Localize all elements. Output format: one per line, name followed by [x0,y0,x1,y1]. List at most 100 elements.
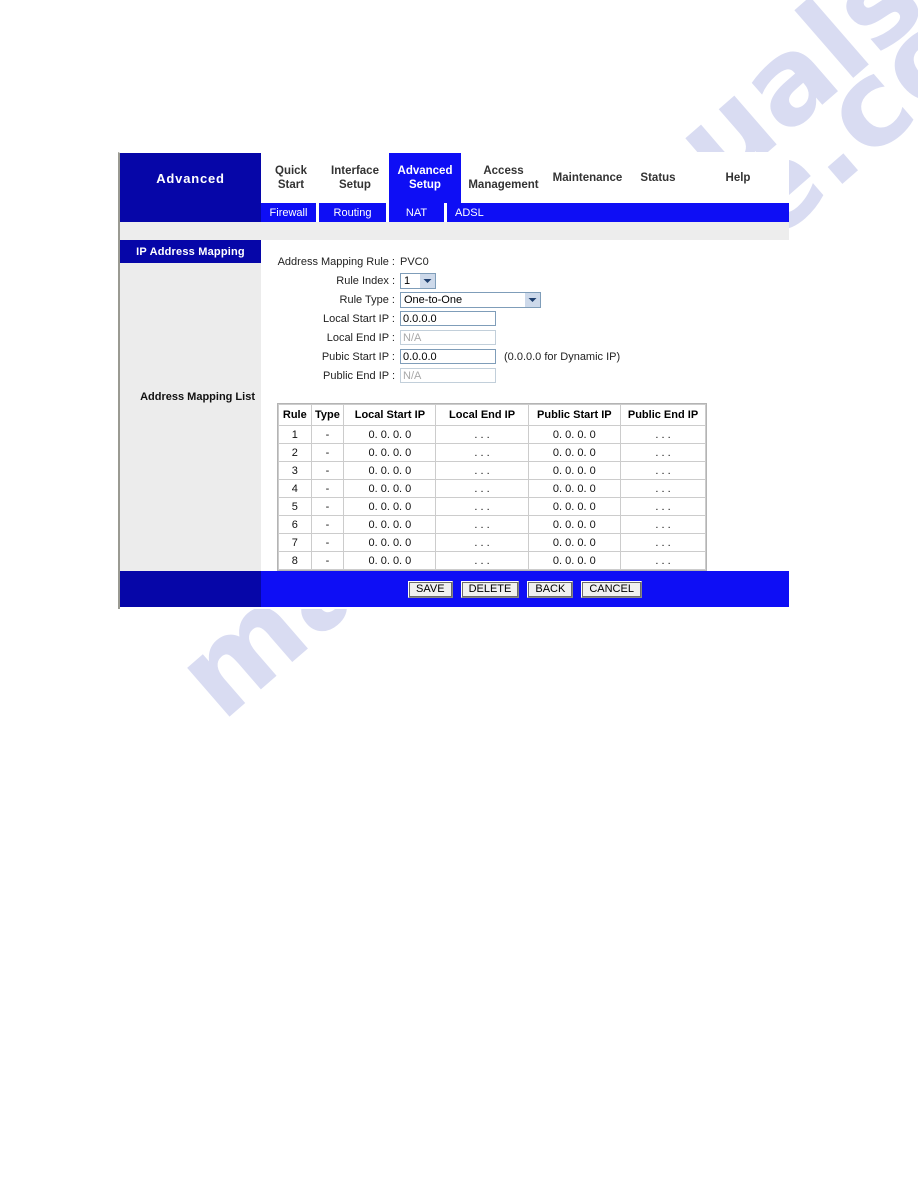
cancel-button[interactable]: CANCEL [581,580,642,598]
public-start-ip-input[interactable] [400,349,496,364]
subtab-nat[interactable]: NAT [389,203,447,222]
brand-label: Advanced [120,153,261,203]
cell-public-start-ip: 0. 0. 0. 0 [527,533,622,552]
label-address-mapping-rule: Address Mapping Rule : [277,255,395,268]
chevron-down-icon[interactable] [524,292,540,307]
tab-access-management[interactable]: Access Management [461,153,546,203]
subtab-adsl[interactable]: ADSL [447,203,505,222]
table-row: 7-0. 0. 0. 0. . . 0. 0. 0. 0. . . [278,533,706,552]
tab-help[interactable]: Help [687,153,789,203]
label-public-end-ip: Public End IP : [323,369,395,382]
tab-quick-start[interactable]: Quick Start [261,153,321,203]
sidebar-label-address-mapping-list: Address Mapping List [140,391,255,403]
save-button[interactable]: SAVE [408,580,453,598]
cell-type: - [310,479,345,498]
cell-local-start-ip: 0. 0. 0. 0 [343,533,437,552]
tab-interface-setup[interactable]: Interface Setup [321,153,389,203]
cell-public-start-ip: 0. 0. 0. 0 [527,515,622,534]
cell-rule: 5 [278,497,312,516]
subtab-routing[interactable]: Routing [319,203,389,222]
cell-rule: 7 [278,533,312,552]
rule-type-select[interactable]: One-to-One [400,291,541,308]
cell-local-end-ip: . . . [435,533,529,552]
row-address-mapping-rule: Address Mapping Rule : PVC0 [277,252,789,271]
th-rule: Rule [278,404,312,426]
cell-public-end-ip: . . . [620,443,706,462]
row-local-end-ip: Local End IP : [277,328,789,347]
cell-local-start-ip: 0. 0. 0. 0 [343,497,437,516]
cell-local-start-ip: 0. 0. 0. 0 [343,425,437,444]
tab-maintenance[interactable]: Maintenance [546,153,629,203]
cell-type: - [310,551,345,570]
public-start-ip-hint: (0.0.0.0 for Dynamic IP) [504,350,621,363]
top-navigation-bar: Advanced Quick Start Interface Setup Adv… [120,153,789,203]
cell-local-end-ip: . . . [435,443,529,462]
cell-rule: 3 [278,461,312,480]
table-header-row: Rule Type Local Start IP Local End IP Pu… [278,404,706,426]
label-rule-index: Rule Index : [336,274,395,287]
cell-public-end-ip: . . . [620,461,706,480]
rule-index-selected-value: 1 [404,274,411,287]
sub-nav-filler [505,203,789,222]
sidebar-title-ip-address-mapping: IP Address Mapping [120,240,261,263]
rule-index-select[interactable]: 1 [400,272,436,289]
chevron-down-icon[interactable] [419,273,435,288]
sub-navigation-bar: Firewall Routing NAT ADSL [120,203,789,222]
th-public-end-ip: Public End IP [620,404,706,426]
cell-rule: 8 [278,551,312,570]
table-row: 3-0. 0. 0. 0. . . 0. 0. 0. 0. . . [278,461,706,480]
cell-public-start-ip: 0. 0. 0. 0 [527,551,622,570]
page-body: IP Address Mapping Address Mapping List … [120,240,789,571]
separator-band-left [120,222,261,240]
cell-public-start-ip: 0. 0. 0. 0 [527,461,622,480]
cell-public-start-ip: 0. 0. 0. 0 [527,497,622,516]
sub-nav-spacer [120,203,261,222]
address-mapping-list-table: Rule Type Local Start IP Local End IP Pu… [278,404,706,570]
row-public-start-ip: Pubic Start IP : (0.0.0.0 for Dynamic IP… [277,347,789,366]
cell-type: - [310,533,345,552]
th-local-start-ip: Local Start IP [343,404,437,426]
sub-nav-tabs: Firewall Routing NAT ADSL [261,203,789,222]
th-local-end-ip: Local End IP [435,404,529,426]
rule-type-selected-value: One-to-One [404,293,463,306]
cell-local-end-ip: . . . [435,479,529,498]
cell-rule: 2 [278,443,312,462]
th-type: Type [310,404,345,426]
cell-type: - [310,443,345,462]
delete-button[interactable]: DELETE [460,580,520,598]
cell-local-end-ip: . . . [435,551,529,570]
label-public-start-ip: Pubic Start IP : [321,350,395,363]
table-row: 5-0. 0. 0. 0. . . 0. 0. 0. 0. . . [278,497,706,516]
router-admin-page: Advanced Quick Start Interface Setup Adv… [118,152,789,609]
public-end-ip-input [400,368,496,383]
back-button[interactable]: BACK [527,580,574,598]
cell-local-start-ip: 0. 0. 0. 0 [343,515,437,534]
cell-local-start-ip: 0. 0. 0. 0 [343,461,437,480]
cell-public-end-ip: . . . [620,479,706,498]
content-panel: Address Mapping Rule : PVC0 Rule Index :… [261,240,789,571]
local-start-ip-input[interactable] [400,311,496,326]
label-local-start-ip: Local Start IP : [323,312,395,325]
tab-advanced-setup[interactable]: Advanced Setup [389,153,461,203]
cell-public-end-ip: . . . [620,515,706,534]
table-row: 8-0. 0. 0. 0. . . 0. 0. 0. 0. . . [278,551,706,570]
separator-band-right [261,222,789,240]
cell-local-end-ip: . . . [435,461,529,480]
cell-local-end-ip: . . . [435,497,529,516]
cell-public-start-ip: 0. 0. 0. 0 [527,443,622,462]
label-rule-type: Rule Type : [339,293,395,306]
label-local-end-ip: Local End IP : [326,331,395,344]
table-row: 1-0. 0. 0. 0. . . 0. 0. 0. 0. . . [278,425,706,444]
subtab-firewall[interactable]: Firewall [261,203,319,222]
cell-rule: 4 [278,479,312,498]
cell-local-end-ip: . . . [435,515,529,534]
th-public-start-ip: Public Start IP [527,404,622,426]
cell-public-end-ip: . . . [620,533,706,552]
cell-public-end-ip: . . . [620,497,706,516]
tab-status[interactable]: Status [629,153,687,203]
row-public-end-ip: Public End IP : [277,366,789,385]
address-mapping-list-table-wrapper: Rule Type Local Start IP Local End IP Pu… [277,403,707,571]
local-end-ip-input [400,330,496,345]
cell-local-start-ip: 0. 0. 0. 0 [343,443,437,462]
footer-button-bar: SAVE DELETE BACK CANCEL [120,571,789,607]
